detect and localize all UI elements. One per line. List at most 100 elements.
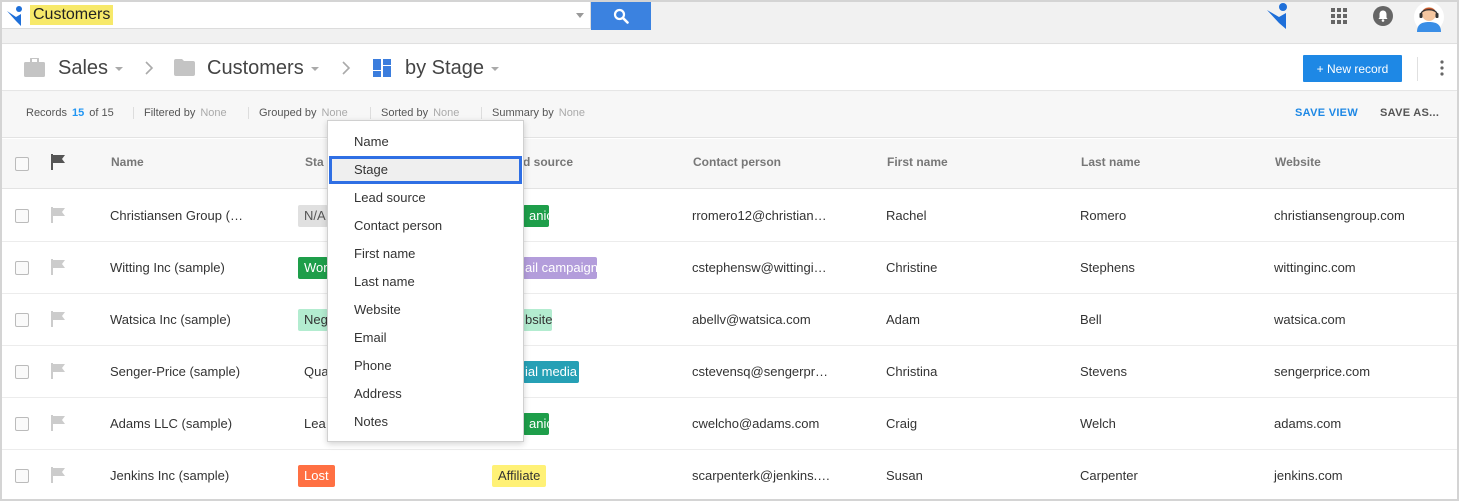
records-count: Records 15 of 15 xyxy=(26,107,114,119)
column-header-website[interactable]: Website xyxy=(1275,155,1321,169)
records-label: Records xyxy=(26,107,67,119)
row-checkbox[interactable] xyxy=(15,209,29,223)
breadcrumb-app[interactable]: Sales xyxy=(58,45,124,91)
select-all-checkbox[interactable] xyxy=(15,157,29,171)
dropdown-item-website[interactable]: Website xyxy=(328,296,523,324)
dropdown-item-last-name[interactable]: Last name xyxy=(328,268,523,296)
chevron-right-icon xyxy=(342,61,351,75)
cell-name: Watsica Inc (sample) xyxy=(110,312,231,327)
lead-source-badge: ail campaign xyxy=(523,257,597,279)
summary-by[interactable]: Summary by None xyxy=(492,107,585,119)
cell-website: jenkins.com xyxy=(1274,468,1343,483)
user-avatar[interactable] xyxy=(1414,2,1444,32)
flag-icon[interactable] xyxy=(50,311,66,327)
column-header-lead-source[interactable]: d source xyxy=(523,155,573,169)
lead-source-badge: bsite xyxy=(523,309,552,331)
dropdown-item-contact-person[interactable]: Contact person xyxy=(328,212,523,240)
filtered-by[interactable]: Filtered by None xyxy=(144,107,227,119)
save-as-button[interactable]: SAVE AS... xyxy=(1380,107,1439,119)
cell-last-name: Welch xyxy=(1080,416,1116,431)
cell-name: Witting Inc (sample) xyxy=(110,260,225,275)
cell-first-name: Craig xyxy=(886,416,918,431)
lead-source-badge: Affiliate xyxy=(492,465,547,487)
breadcrumb-table-label: Customers xyxy=(207,56,304,79)
stage-badge: N/A xyxy=(298,205,328,227)
more-vertical-icon[interactable] xyxy=(1436,59,1448,77)
grouped-by-value: None xyxy=(321,107,348,119)
row-checkbox[interactable] xyxy=(15,261,29,275)
column-header-stage[interactable]: Sta xyxy=(305,155,324,169)
flag-icon[interactable] xyxy=(50,415,66,431)
folder-icon xyxy=(174,59,195,76)
apps-grid-icon[interactable] xyxy=(1331,8,1347,24)
table-row[interactable]: Watsica Inc (sample) Neg bsite abellv@wa… xyxy=(2,294,1457,346)
grouped-by-label: Grouped by xyxy=(259,107,317,119)
flag-icon[interactable] xyxy=(50,207,66,223)
breadcrumb-view[interactable]: by Stage xyxy=(405,45,499,91)
toolbar-divider xyxy=(133,107,134,119)
save-view-button[interactable]: SAVE VIEW xyxy=(1295,107,1358,119)
cell-name: Jenkins Inc (sample) xyxy=(110,468,230,483)
row-checkbox[interactable] xyxy=(15,365,29,379)
breadcrumb-table[interactable]: Customers xyxy=(207,45,319,91)
cell-name: Christiansen Group (… xyxy=(110,208,243,223)
column-header-first-name[interactable]: First name xyxy=(887,155,948,169)
table-row[interactable]: Senger-Price (sample) Qua ial media cste… xyxy=(2,346,1457,398)
dropdown-item-stage[interactable]: Stage xyxy=(329,156,522,184)
cell-website: sengerprice.com xyxy=(1274,364,1371,379)
search-dropdown-caret-icon[interactable] xyxy=(576,13,584,18)
stage-badge: Lost xyxy=(298,465,335,487)
cell-website: adams.com xyxy=(1274,416,1342,431)
column-header-name[interactable]: Name xyxy=(111,155,144,169)
column-header-last-name[interactable]: Last name xyxy=(1081,155,1140,169)
dropdown-item-notes[interactable]: Notes xyxy=(328,408,523,436)
top-bar: Customers xyxy=(2,2,1457,44)
cell-last-name: Bell xyxy=(1080,312,1102,327)
flag-icon[interactable] xyxy=(50,154,66,170)
grouped-by[interactable]: Grouped by None xyxy=(259,107,348,119)
stage-badge: Neg xyxy=(298,309,328,331)
summary-by-label: Summary by xyxy=(492,107,554,119)
kanban-view-icon xyxy=(373,59,391,77)
flag-icon[interactable] xyxy=(50,259,66,275)
dropdown-item-email[interactable]: Email xyxy=(328,324,523,352)
sorted-by-label: Sorted by xyxy=(381,107,429,119)
cell-last-name: Romero xyxy=(1080,208,1127,223)
row-checkbox[interactable] xyxy=(15,469,29,483)
search-button[interactable] xyxy=(591,2,651,30)
column-header-contact-person[interactable]: Contact person xyxy=(693,155,781,169)
cell-website: christiansengroup.com xyxy=(1274,208,1405,223)
cell-first-name: Christine xyxy=(886,260,938,275)
brand-logo-icon[interactable] xyxy=(1265,2,1291,30)
sorted-by[interactable]: Sorted by None xyxy=(381,107,459,119)
app-logo-icon[interactable] xyxy=(5,5,25,27)
cell-contact-person: scarpenterk@jenkins.… xyxy=(692,468,831,483)
chevron-down-icon xyxy=(310,67,319,71)
lead-source-badge: anic xyxy=(523,413,549,435)
flag-icon[interactable] xyxy=(50,467,66,483)
table-row[interactable]: Jenkins Inc (sample) Lost Affiliate scar… xyxy=(2,450,1457,499)
row-checkbox[interactable] xyxy=(15,417,29,431)
row-checkbox[interactable] xyxy=(15,313,29,327)
cell-first-name: Christina xyxy=(886,364,938,379)
chevron-down-icon xyxy=(115,67,124,71)
dropdown-item-phone[interactable]: Phone xyxy=(328,352,523,380)
flag-icon[interactable] xyxy=(50,363,66,379)
app-frame: Customers Sales Customers by Stage + New… xyxy=(0,0,1459,501)
chevron-down-icon xyxy=(490,67,499,71)
cell-first-name: Susan xyxy=(886,468,923,483)
table-row[interactable]: Christiansen Group (… N/A anic rromero12… xyxy=(2,190,1457,242)
search-input[interactable]: Customers xyxy=(30,5,114,25)
table-row[interactable]: Witting Inc (sample) Wor ail campaign cs… xyxy=(2,242,1457,294)
dropdown-item-first-name[interactable]: First name xyxy=(328,240,523,268)
cell-website: wittinginc.com xyxy=(1274,260,1356,275)
new-record-button[interactable]: + New record xyxy=(1303,55,1402,82)
dropdown-item-name[interactable]: Name xyxy=(328,128,523,156)
dropdown-item-lead-source[interactable]: Lead source xyxy=(328,184,523,212)
search-box[interactable]: Customers xyxy=(2,2,591,29)
table-row[interactable]: Adams LLC (sample) Lea anic cwelcho@adam… xyxy=(2,398,1457,450)
toolbar-divider xyxy=(248,107,249,119)
notifications-bell-icon[interactable] xyxy=(1373,6,1393,26)
records-count-value: 15 xyxy=(71,107,85,119)
dropdown-item-address[interactable]: Address xyxy=(328,380,523,408)
